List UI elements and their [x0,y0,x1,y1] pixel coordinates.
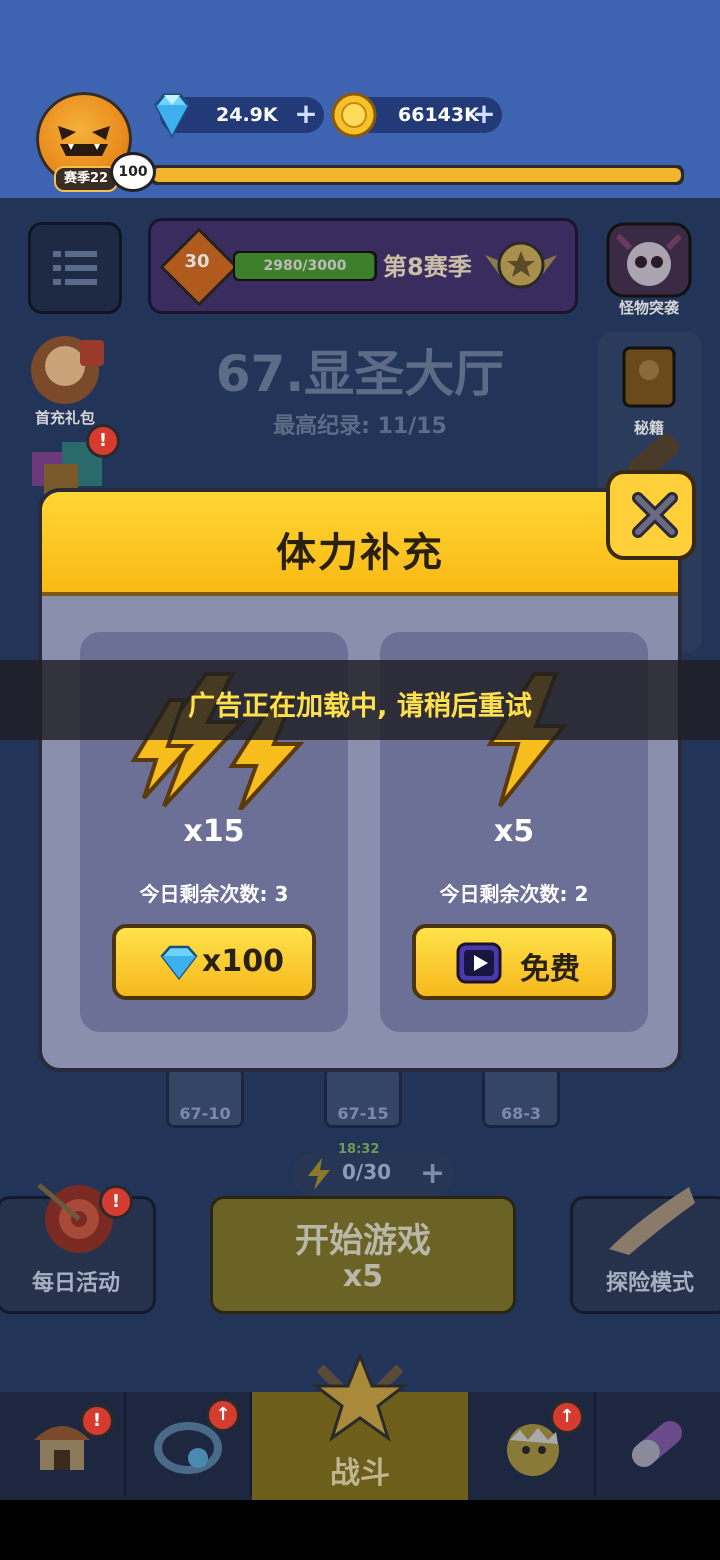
video-play-icon [456,942,502,984]
toast-text: 广告正在加载中, 请稍后重试 [188,691,532,722]
winged-star-badge-icon [485,241,557,289]
start-game-label: 开始游戏 [295,1221,431,1261]
pumpkin-face-icon [58,126,110,156]
energy-value: 0/30 [342,1160,392,1184]
horn-icon [609,1187,695,1255]
top-bar: 赛季22 100 24.9K + 66143K + [0,0,720,198]
stage-node-label: 67-10 [179,1104,231,1123]
watch-ad-free-button[interactable]: 免费 [412,924,616,1000]
season-chip: 赛季22 [54,166,118,192]
monster-raid-label: 怪物突袭 [618,299,679,317]
tab-shop[interactable]: ! [0,1392,126,1496]
xp-bar-fill [153,168,681,182]
dialog-header: 体力补充 [42,492,678,596]
gem-cost-label: x100 [202,944,284,979]
energy-bolt-icon [308,1158,330,1190]
season-progress-text: 2980/3000 [263,258,347,274]
gem-icon [160,945,198,980]
stamina-amount: x15 [183,814,245,849]
stage-record: 最高纪录: 11/15 [273,414,447,439]
gold-coin-icon [331,92,377,138]
notification-badge: ! [86,424,120,458]
stage-node[interactable]: 68-3 [482,1066,560,1128]
notification-badge: ! [99,1185,133,1219]
remaining-uses: 今日剩余次数: 2 [439,882,589,906]
gem-counter: 24.9K + [154,93,324,139]
start-game-cost: x5 [342,1259,384,1294]
secret-book-button[interactable]: 秘籍 [604,340,694,437]
gem-icon [154,93,190,139]
buy-with-gems-button[interactable]: x100 [112,924,316,1000]
stage-node[interactable]: 67-15 [324,1066,402,1128]
add-gems-button[interactable]: + [294,100,318,128]
notification-badge: ! [80,1404,114,1438]
gold-counter: 66143K + [331,92,502,138]
player-level: 100 [110,152,156,192]
season-pass-panel[interactable]: 30 2980/3000 第8赛季 [148,218,578,314]
remaining-uses: 今日剩余次数: 3 [139,882,289,906]
close-button[interactable] [606,470,696,560]
menu-list-icon [53,251,97,285]
system-nav-area [0,1500,720,1560]
free-label: 免费 [520,952,580,987]
first-recharge-pack-button[interactable]: 首充礼包 [20,330,110,427]
daily-activity-button[interactable]: ! 每日活动 [0,1183,156,1314]
dialog-title: 体力补充 [276,530,444,576]
adventure-mode-button[interactable]: 探险模式 [570,1187,720,1314]
tab-items[interactable] [596,1392,720,1496]
gift-pack-icon [31,336,104,404]
stage-node[interactable]: 67-10 [166,1066,244,1128]
book-icon [622,346,676,408]
monster-skull-icon [606,222,692,298]
start-game-button[interactable]: 开始游戏 x5 [210,1196,516,1314]
adventure-mode-label: 探险模式 [605,1271,694,1296]
capsule-pill-icon [631,1421,683,1467]
stage-node-label: 68-3 [500,1104,542,1123]
close-icon [632,492,678,538]
monster-raid-button[interactable]: 怪物突袭 [604,220,694,317]
season-progress-bar: 2980/3000 [233,251,377,281]
stage-node-label: 67-15 [337,1104,389,1123]
energy-timer: 18:32 [338,1142,380,1157]
tab-battle-label: 战斗 [330,1456,390,1491]
menu-button[interactable] [28,222,122,314]
season-rank: 30 [184,251,210,272]
stamina-amount: x5 [493,814,535,849]
season-name: 第8赛季 [383,253,472,281]
stamina-refill-dialog: 体力补充 x15 今日剩余次数: 3 x100 x5 今日剩余次数: 2 免费 [38,488,682,1072]
add-energy-button[interactable]: + [420,1156,445,1191]
tab-pets[interactable]: ↑ [470,1392,596,1496]
tab-equipment[interactable]: ↑ [126,1392,252,1496]
upgrade-badge: ↑ [550,1400,584,1434]
tab-battle[interactable]: 战斗 [252,1351,468,1500]
upgrade-badge: ↑ [206,1398,240,1432]
battle-star-icon [311,1351,409,1442]
gold-value: 66143K [398,104,479,126]
stage-title: 67.显圣大厅 [215,345,505,403]
game-screen: 赛季22 100 24.9K + 66143K + 30 2980/3000 第… [0,0,720,1560]
daily-activity-label: 每日活动 [31,1271,120,1296]
ad-loading-toast: 广告正在加载中, 请稍后重试 [0,660,720,740]
xp-bar [150,165,684,185]
add-gold-button[interactable]: + [472,100,496,128]
gem-value: 24.9K [216,104,278,126]
